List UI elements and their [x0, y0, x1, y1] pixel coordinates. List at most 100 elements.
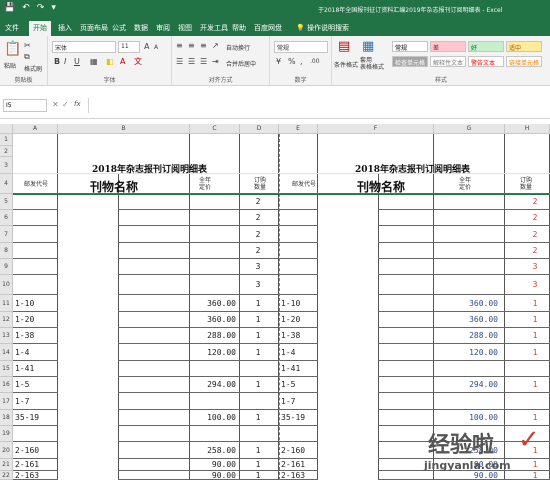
select-all-corner[interactable] [0, 124, 13, 134]
style-normal[interactable]: 常规 [392, 41, 428, 52]
cell-left-qty[interactable]: 2 [243, 246, 273, 255]
font-color-icon[interactable]: A [120, 58, 125, 66]
cell-left-code[interactable]: 2-163 [15, 471, 57, 480]
cell-right-code[interactable]: 1-7 [281, 397, 317, 406]
cell-left-code[interactable]: 2-161 [15, 460, 57, 469]
cell-left-price[interactable]: 360.00 [190, 299, 236, 308]
column-header-d[interactable]: D [240, 124, 279, 134]
row-header-15[interactable]: 15 [0, 361, 13, 377]
cell-right-qty[interactable]: 2 [520, 197, 550, 206]
align-right-icon[interactable]: ☰ [200, 58, 207, 66]
cell-left-qty[interactable]: 1 [243, 299, 273, 308]
merge-center-button[interactable]: 合并后居中 [226, 59, 256, 68]
cell-right-qty[interactable]: 1 [520, 348, 550, 357]
cell-left-code[interactable]: 35-19 [15, 413, 57, 422]
paste-icon[interactable]: 📋 [4, 42, 21, 56]
shrink-font-button[interactable]: A [154, 44, 158, 52]
paste-button[interactable]: 粘贴 [4, 61, 16, 70]
row-header-7[interactable]: 7 [0, 226, 13, 243]
align-center-icon[interactable]: ☰ [188, 58, 195, 66]
cell-right-qty[interactable]: 2 [520, 213, 550, 222]
row-header-4[interactable]: 4 [0, 174, 13, 194]
number-format-select[interactable]: 常规 [274, 41, 328, 53]
cell-right-code[interactable]: 1-41 [281, 364, 317, 373]
cell-right-qty[interactable]: 1 [520, 331, 550, 340]
save-icon[interactable]: 💾 [4, 3, 15, 13]
cell-left-code[interactable]: 1-5 [15, 380, 57, 389]
cut-icon[interactable]: ✂ [24, 42, 31, 50]
cell-right-code[interactable]: 2-161 [281, 460, 317, 469]
cell-right-qty[interactable]: 1 [520, 299, 550, 308]
font-size-select[interactable]: 11 [118, 41, 140, 53]
formula-input[interactable] [88, 98, 546, 113]
cell-right-qty[interactable]: 1 [520, 315, 550, 324]
row-header-13[interactable]: 13 [0, 328, 13, 344]
underline-button[interactable]: U [74, 58, 80, 66]
column-header-e[interactable]: E [279, 124, 318, 134]
cell-right-price[interactable]: 100.00 [450, 413, 498, 422]
cell-right-price[interactable]: 360.00 [450, 315, 498, 324]
redo-icon[interactable]: ↷ [37, 3, 45, 13]
row-header-12[interactable]: 12 [0, 312, 13, 328]
cell-right-qty[interactable]: 3 [520, 280, 550, 289]
italic-button[interactable]: I [64, 58, 66, 66]
cell-left-price[interactable]: 120.00 [190, 348, 236, 357]
copy-icon[interactable]: ⧉ [24, 53, 30, 61]
align-left-icon[interactable]: ☰ [176, 58, 183, 66]
row-header-18[interactable]: 18 [0, 410, 13, 426]
format-as-table-button[interactable]: 套用 表格格式 [360, 57, 384, 71]
style-linked-cell[interactable]: 链接单元格 [506, 56, 542, 67]
cell-right-code[interactable]: 2-163 [281, 471, 317, 480]
cell-right-qty[interactable]: 3 [520, 262, 550, 271]
insert-function-icon[interactable]: fx [74, 100, 81, 108]
tab-home[interactable]: 开始 [29, 21, 51, 36]
column-header-c[interactable]: C [190, 124, 240, 134]
conditional-format-button[interactable]: 条件格式 [334, 60, 358, 69]
column-header-h[interactable]: H [505, 124, 550, 134]
cell-left-price[interactable]: 90.00 [190, 460, 236, 469]
cell-right-code[interactable]: 1-10 [281, 299, 317, 308]
style-check-cell[interactable]: 检查单元格 [392, 56, 428, 67]
row-header-11[interactable]: 11 [0, 295, 13, 312]
cell-left-qty[interactable]: 1 [243, 331, 273, 340]
currency-icon[interactable]: ¥ [276, 58, 281, 66]
cell-right-code[interactable]: 35-19 [281, 413, 317, 422]
style-warning[interactable]: 警告文本 [468, 56, 504, 67]
undo-icon[interactable]: ↶ [22, 3, 30, 13]
conditional-format-icon[interactable]: ▤ [338, 40, 350, 53]
style-neutral[interactable]: 适中 [506, 41, 542, 52]
cell-left-price[interactable]: 258.00 [190, 446, 236, 455]
cell-right-price[interactable]: 294.00 [450, 380, 498, 389]
row-header-22[interactable]: 22 [0, 471, 13, 480]
row-header-8[interactable]: 8 [0, 243, 13, 259]
cell-right-price[interactable]: 120.00 [450, 348, 498, 357]
cell-right-price[interactable]: 288.00 [450, 331, 498, 340]
cell-left-qty[interactable]: 2 [243, 230, 273, 239]
tab-tell-me[interactable]: 💡 操作说明搜索 [296, 23, 349, 33]
cell-left-code[interactable]: 1-7 [15, 397, 57, 406]
cell-right-qty[interactable]: 1 [520, 413, 550, 422]
cell-left-code[interactable]: 1-10 [15, 299, 57, 308]
cell-left-code[interactable]: 2-160 [15, 446, 57, 455]
cell-left-qty[interactable]: 2 [243, 213, 273, 222]
cell-left-code[interactable]: 1-20 [15, 315, 57, 324]
tab-page-layout[interactable]: 页面布局 [80, 23, 108, 33]
cell-right-qty[interactable]: 1 [520, 380, 550, 389]
tab-data[interactable]: 数据 [134, 23, 148, 33]
row-header-2[interactable]: 2 [0, 146, 13, 157]
style-bad[interactable]: 差 [430, 41, 466, 52]
row-header-10[interactable]: 10 [0, 275, 13, 295]
cell-left-qty[interactable]: 1 [243, 380, 273, 389]
cell-right-code[interactable]: 2-160 [281, 446, 317, 455]
cell-right-price[interactable]: 360.00 [450, 299, 498, 308]
wrap-text-button[interactable]: 自动换行 [226, 43, 250, 52]
cell-left-qty[interactable]: 1 [243, 460, 273, 469]
row-header-3[interactable]: 3 [0, 157, 13, 174]
cell-right-qty[interactable]: 2 [520, 246, 550, 255]
column-header-b[interactable]: B [58, 124, 190, 134]
cell-right-code[interactable]: 1-20 [281, 315, 317, 324]
column-header-a[interactable]: A [13, 124, 58, 134]
cell-left-qty[interactable]: 2 [243, 197, 273, 206]
cell-left-price[interactable]: 90.00 [190, 471, 236, 480]
tab-baidu-pan[interactable]: 百度网盘 [254, 23, 282, 33]
